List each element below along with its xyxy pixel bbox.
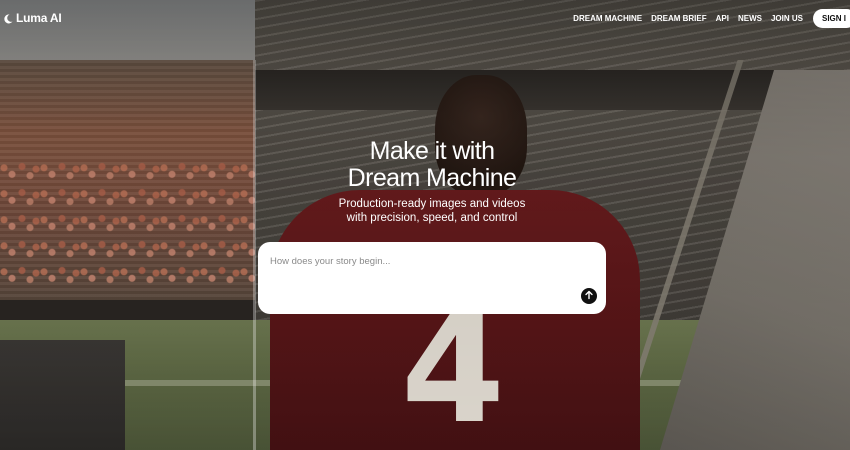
- nav-item-join-us[interactable]: JOIN US: [771, 14, 803, 23]
- send-button[interactable]: [581, 288, 597, 304]
- sign-in-button[interactable]: SIGN I: [812, 8, 850, 28]
- hero-subtitle-line-1: Production-ready images and videos: [338, 198, 526, 210]
- brand-name: Luma AI: [16, 11, 62, 25]
- hero-background-image: 4: [0, 0, 850, 450]
- nav-item-dream-machine[interactable]: DREAM MACHINE: [573, 14, 642, 23]
- luma-logo-icon: [2, 12, 14, 24]
- hero-title: Make it with Dream Machine: [0, 138, 850, 192]
- dark-overlay: [0, 0, 850, 450]
- arrow-up-icon: [584, 287, 594, 305]
- nav-item-news[interactable]: NEWS: [738, 14, 762, 23]
- nav-item-dream-brief[interactable]: DREAM BRIEF: [651, 14, 707, 23]
- hero-title-line-1: Make it with: [369, 137, 495, 165]
- hero-title-line-2: Dream Machine: [347, 164, 517, 192]
- nav-item-api[interactable]: API: [716, 14, 729, 23]
- main-nav: DREAM MACHINE DREAM BRIEF API NEWS JOIN …: [564, 8, 850, 28]
- hero-subtitle: Production-ready images and videos with …: [0, 197, 850, 225]
- top-navbar: Luma AI DREAM MACHINE DREAM BRIEF API NE…: [0, 0, 850, 36]
- prompt-box: [258, 242, 606, 314]
- hero-subtitle-line-2: with precision, speed, and control: [346, 212, 518, 224]
- brand-logo-link[interactable]: Luma AI: [2, 11, 62, 25]
- story-prompt-input[interactable]: [268, 250, 572, 272]
